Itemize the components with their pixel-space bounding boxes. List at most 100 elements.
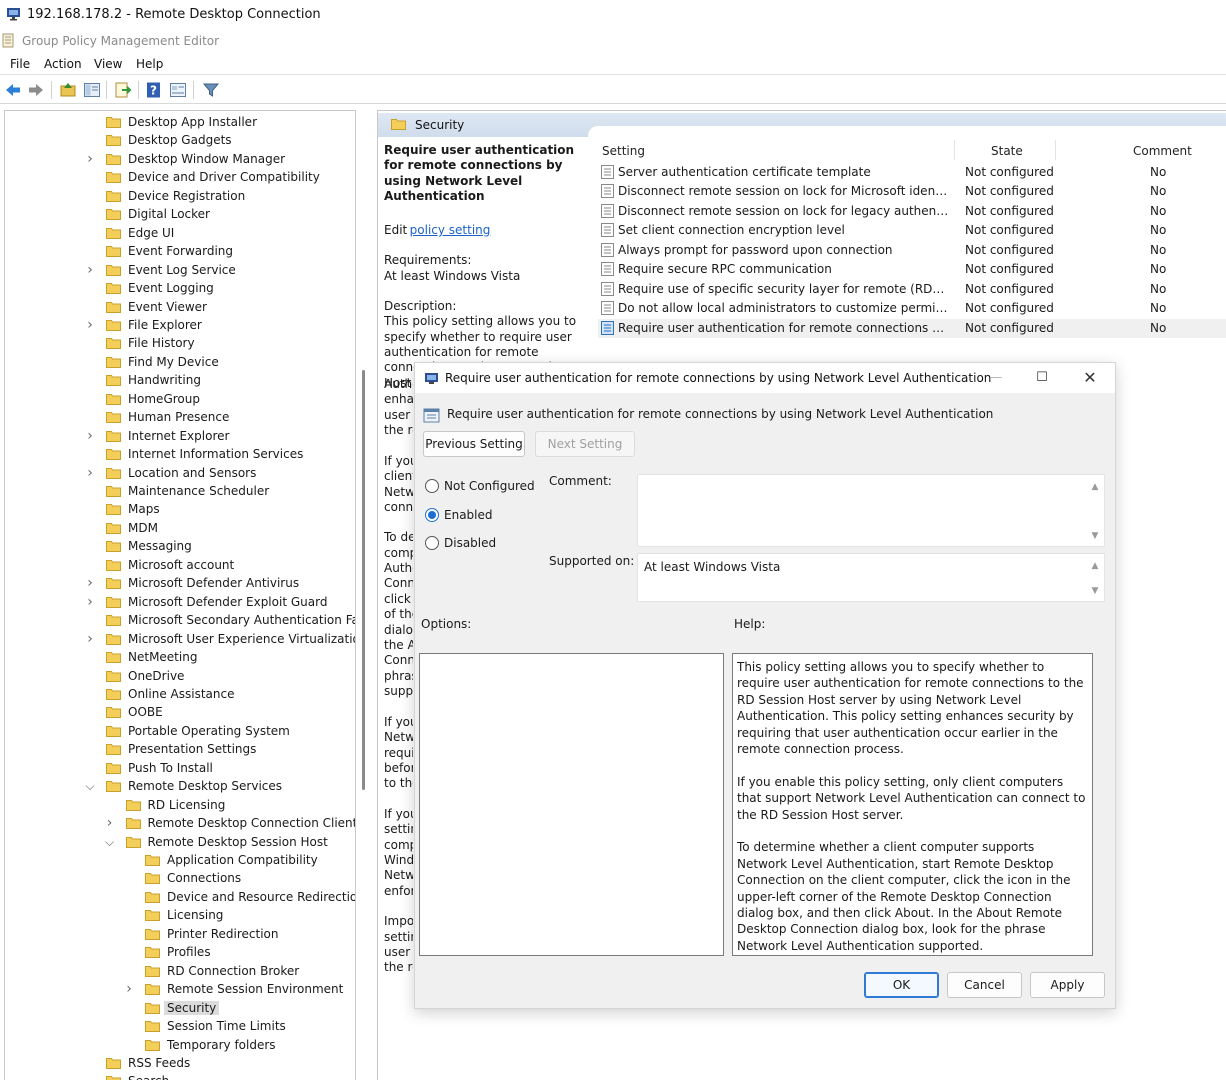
folder-icon xyxy=(106,374,121,387)
column-divider[interactable] xyxy=(1055,140,1056,160)
scroll-up-icon[interactable]: ▲ xyxy=(1090,561,1100,571)
folder-icon xyxy=(145,854,160,866)
folder-icon xyxy=(106,134,121,147)
next-setting-button[interactable]: Next Setting xyxy=(535,431,635,457)
menu-file[interactable]: File xyxy=(10,57,30,71)
section-title: Security xyxy=(415,118,465,132)
minimize-icon[interactable]: — xyxy=(973,365,1019,391)
cancel-button[interactable]: Cancel xyxy=(947,972,1022,998)
chevron-right-icon[interactable]: › xyxy=(84,466,96,480)
radio-circle[interactable] xyxy=(425,479,439,493)
forward-arrow-icon[interactable] xyxy=(27,81,45,99)
setting-name: Require secure RPC communication xyxy=(618,262,832,277)
chevron-right-icon[interactable]: › xyxy=(84,318,96,332)
scroll-down-icon[interactable]: ▼ xyxy=(1090,531,1100,541)
edit-policy-link[interactable]: policy setting xyxy=(410,223,491,237)
policy-setting-icon xyxy=(601,184,614,199)
setting-row[interactable]: Require user authentication for remote c… xyxy=(598,318,1226,338)
requirements-label: Requirements: xyxy=(384,253,472,268)
scroll-up-icon[interactable]: ▲ xyxy=(1090,482,1100,492)
chevron-right-icon[interactable]: › xyxy=(84,576,96,590)
radio-circle-checked[interactable] xyxy=(425,508,439,522)
chevron-right-icon[interactable]: › xyxy=(84,263,96,277)
setting-row[interactable]: Disconnect remote session on lock for le… xyxy=(598,202,1226,221)
toolbar-separator xyxy=(193,81,194,99)
description-fragment: client xyxy=(384,469,413,483)
setting-row[interactable]: Server authentication certificate templa… xyxy=(598,163,1226,182)
description-fragment: settin xyxy=(384,822,413,836)
tree-item-label: MDM xyxy=(128,520,158,535)
supported-on-field: At least Windows Vista ▲ ▼ xyxy=(637,553,1105,602)
tree-item-label: Microsoft User Experience Virtualization xyxy=(128,631,356,646)
chevron-right-icon[interactable]: › xyxy=(84,595,96,609)
remote-desktop-icon xyxy=(7,8,20,21)
chevron-down-icon[interactable]: ⌵ xyxy=(84,779,96,793)
policy-setting-icon xyxy=(601,203,614,218)
help-icon[interactable]: ? xyxy=(145,81,163,99)
folder-icon xyxy=(125,836,141,848)
scroll-down-icon[interactable]: ▼ xyxy=(1090,586,1100,596)
folder-icon xyxy=(145,1020,160,1033)
column-divider[interactable] xyxy=(954,140,955,160)
setting-row[interactable]: Set client connection encryption level No… xyxy=(598,221,1226,240)
close-icon[interactable]: ✕ xyxy=(1067,365,1113,391)
folder-icon xyxy=(106,670,121,682)
tree-scrollbar[interactable] xyxy=(360,110,370,1080)
properties-icon[interactable] xyxy=(169,81,187,99)
policy-setting-icon xyxy=(425,373,438,384)
tree-scrollbar-thumb[interactable] xyxy=(362,370,365,790)
tree-item-label: Human Presence xyxy=(128,410,230,425)
menu-action[interactable]: Action xyxy=(44,57,82,71)
tree-item-label: Remote Desktop Session Host xyxy=(147,834,328,849)
chevron-right-icon[interactable]: › xyxy=(104,816,116,830)
setting-row[interactable]: Require use of specific security layer f… xyxy=(598,280,1226,299)
tree-item-label: Application Compatibility xyxy=(167,853,318,867)
ok-button[interactable]: OK xyxy=(864,972,939,998)
apply-button[interactable]: Apply xyxy=(1030,972,1105,998)
policy-setting-icon xyxy=(601,262,614,277)
show-hide-tree-icon[interactable] xyxy=(83,81,101,99)
setting-row[interactable]: Require secure RPC communication Not conf… xyxy=(598,260,1226,279)
folder-icon xyxy=(145,872,160,885)
back-arrow-icon[interactable] xyxy=(4,81,22,99)
radio-label: Not Configured xyxy=(444,479,535,493)
folder-icon xyxy=(145,965,160,977)
setting-row[interactable]: Disconnect remote session on lock for Mi… xyxy=(598,182,1226,201)
chevron-right-icon[interactable]: › xyxy=(84,152,96,166)
column-setting[interactable]: Setting xyxy=(602,144,645,158)
chevron-right-icon[interactable]: › xyxy=(84,429,96,443)
maximize-icon[interactable]: ☐ xyxy=(1019,365,1065,391)
folder-icon xyxy=(106,393,121,405)
comment-field[interactable]: ▲ ▼ xyxy=(637,474,1105,547)
filter-icon[interactable] xyxy=(202,81,220,99)
tree-item-label: RD Licensing xyxy=(147,797,226,812)
help-paragraph: If you enable this policy setting, only … xyxy=(737,774,1086,822)
tree-item-label: Connections xyxy=(167,871,242,886)
tree-item-label: Handwriting xyxy=(128,373,201,388)
radio-circle[interactable] xyxy=(425,536,439,550)
tree-item-label: Profiles xyxy=(167,945,211,960)
folder-icon xyxy=(145,909,160,922)
chevron-right-icon[interactable]: › xyxy=(123,982,135,996)
tree-item-label: Remote Desktop Connection Client xyxy=(147,816,356,831)
description-fragment: befor xyxy=(384,761,413,775)
folder-icon xyxy=(145,1039,160,1051)
tree-item-label: Desktop Window Manager xyxy=(128,151,286,166)
tree-item-label: NetMeeting xyxy=(128,650,198,665)
chevron-down-icon[interactable]: ⌵ xyxy=(104,835,116,849)
export-list-icon[interactable] xyxy=(114,81,132,99)
menu-view[interactable]: View xyxy=(94,57,122,71)
gpme-window-title: Group Policy Management Editor xyxy=(22,34,220,48)
folder-icon xyxy=(106,540,121,553)
chevron-right-icon[interactable]: › xyxy=(84,632,96,646)
setting-row[interactable]: Always prompt for password upon connecti… xyxy=(598,241,1226,260)
policy-setting-icon xyxy=(601,165,614,179)
column-state[interactable]: State xyxy=(991,144,1023,158)
description-fragment: Conn xyxy=(384,576,413,590)
previous-setting-button[interactable]: Previous Setting xyxy=(423,431,525,457)
up-folder-icon[interactable] xyxy=(59,81,77,99)
column-comment[interactable]: Comment xyxy=(1133,144,1192,158)
menu-help[interactable]: Help xyxy=(136,57,163,71)
description-fragment: If you xyxy=(384,715,413,729)
setting-row[interactable]: Do not allow local administrators to cus… xyxy=(598,299,1226,318)
